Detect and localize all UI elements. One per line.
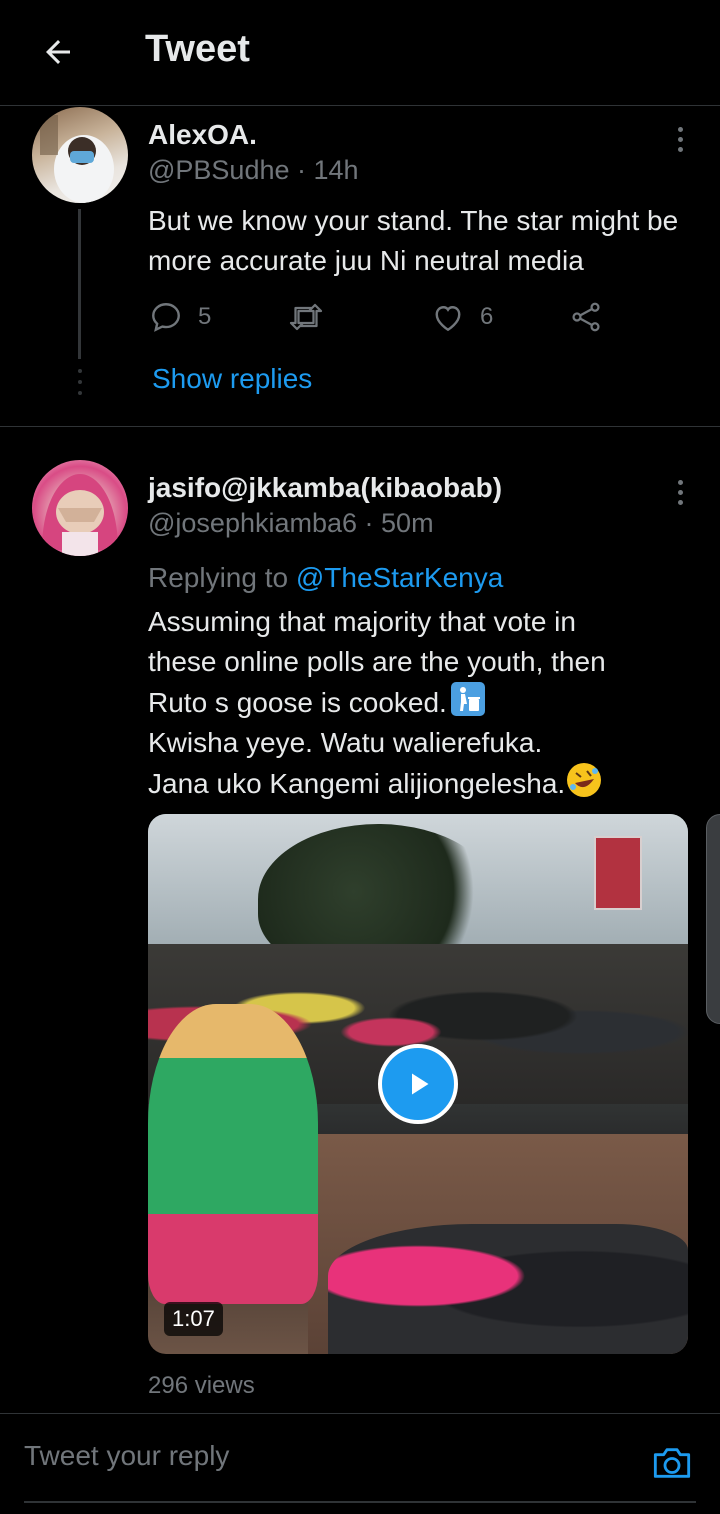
input-underline	[24, 1501, 696, 1503]
back-button[interactable]	[36, 30, 80, 74]
avatar-photo	[42, 474, 118, 556]
reply-button[interactable]: 5	[148, 299, 211, 335]
avatar[interactable]	[32, 107, 128, 203]
retweet-button[interactable]	[286, 299, 326, 335]
tweet[interactable]: AlexOA. @PBSudhe · 14h But we know your …	[0, 107, 720, 427]
top-app-bar: Tweet	[0, 0, 720, 106]
tweet-line: Assuming that majority that vote in	[148, 606, 576, 637]
show-replies-link[interactable]: Show replies	[152, 363, 312, 395]
share-button[interactable]	[568, 299, 604, 335]
replying-to: Replying to @TheStarKenya	[148, 562, 503, 594]
tweet-actions: 5 6	[148, 299, 618, 339]
author-name[interactable]: jasifo@jkkamba(kibaobab)	[148, 472, 502, 504]
reply-input[interactable]: Tweet your reply	[24, 1440, 229, 1472]
heart-icon	[435, 306, 461, 332]
tweet[interactable]: jasifo@jkkamba(kibaobab) @josephkiamba6 …	[0, 428, 720, 1414]
like-count: 6	[480, 303, 494, 330]
like-button[interactable]: 6	[430, 299, 493, 335]
tweet-line: Kwisha yeye. Watu walierefuka.	[148, 727, 543, 758]
reply-icon	[152, 303, 180, 332]
share-icon	[572, 302, 600, 332]
reply-count: 5	[198, 303, 212, 330]
author-handle-time: @josephkiamba6 · 50m	[148, 508, 434, 539]
avatar[interactable]	[32, 460, 128, 556]
thread-continuation-dots	[76, 369, 84, 395]
video-player[interactable]: 1:07	[148, 814, 688, 1354]
tweet-text: But we know your stand. The star might b…	[148, 205, 679, 276]
replying-prefix: Replying to	[148, 562, 296, 593]
author-handle-time: @PBSudhe · 14h	[148, 155, 359, 186]
author-name[interactable]: AlexOA.	[148, 119, 257, 151]
replying-to-mention[interactable]: @TheStarKenya	[296, 562, 503, 593]
camera-button[interactable]	[650, 1443, 694, 1483]
camera-icon	[653, 1448, 691, 1478]
next-media-peek[interactable]	[706, 814, 720, 1024]
avatar-photo	[40, 115, 114, 203]
play-icon	[412, 1073, 429, 1095]
tweet-text: Assuming that majority that vote in thes…	[148, 602, 708, 804]
arrow-left-icon	[46, 40, 70, 64]
tweet-line: Jana uko Kangemi alijiongelesha.	[148, 768, 566, 799]
thread-line	[78, 209, 81, 359]
retweet-icon	[289, 303, 323, 331]
more-options-icon[interactable]	[668, 119, 692, 159]
page-title: Tweet	[145, 28, 250, 70]
tweet-line: these online polls are the youth, then	[148, 646, 606, 677]
tweet-line: Ruto s goose is cooked.	[148, 687, 447, 718]
tweet-time: · 50m	[364, 508, 434, 538]
tweet-time: · 14h	[297, 155, 359, 185]
author-handle[interactable]: @PBSudhe	[148, 155, 290, 185]
video-duration: 1:07	[164, 1302, 223, 1336]
author-handle[interactable]: @josephkiamba6	[148, 508, 357, 538]
more-options-icon[interactable]	[668, 472, 692, 512]
put-litter-in-its-place-emoji	[450, 682, 485, 716]
rolling-on-floor-laughing-emoji	[567, 763, 602, 797]
reply-composer: Tweet your reply	[0, 1415, 720, 1514]
play-button[interactable]	[378, 1044, 458, 1124]
view-count: 296 views	[148, 1372, 255, 1399]
